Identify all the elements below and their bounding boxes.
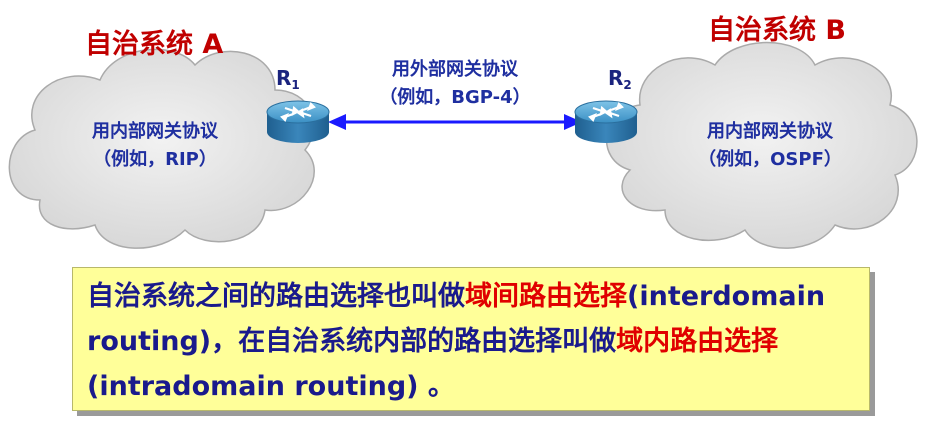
router-r2-icon [574, 100, 638, 143]
as-b-title: 自治系统 B [708, 15, 846, 46]
note-highlight-intradomain: 域内路由选择 [616, 326, 779, 357]
note-highlight-interdomain: 域间路由选择 [465, 281, 627, 312]
as-b-protocol-label: 用内部网关协议 （例如，OSPF） [698, 121, 842, 170]
bgp-link-arrow [328, 114, 582, 130]
note-text-3: (intradomain routing) 。 [87, 371, 455, 402]
router-r2-label: R2 [608, 66, 632, 92]
egp-protocol-label: 用外部网关协议 （例如，BGP-4） [379, 59, 531, 108]
note-text-1: 自治系统之间的路由选择也叫做 [87, 281, 465, 312]
as-a-protocol-label: 用内部网关协议 （例如，RIP） [92, 121, 218, 170]
as-a-title: 自治系统 A [85, 29, 224, 60]
router-r1-label: R1 [276, 66, 300, 92]
router-r1-icon [266, 100, 330, 143]
explanation-note: 自治系统之间的路由选择也叫做域间路由选择(interdomain routing… [72, 267, 870, 411]
